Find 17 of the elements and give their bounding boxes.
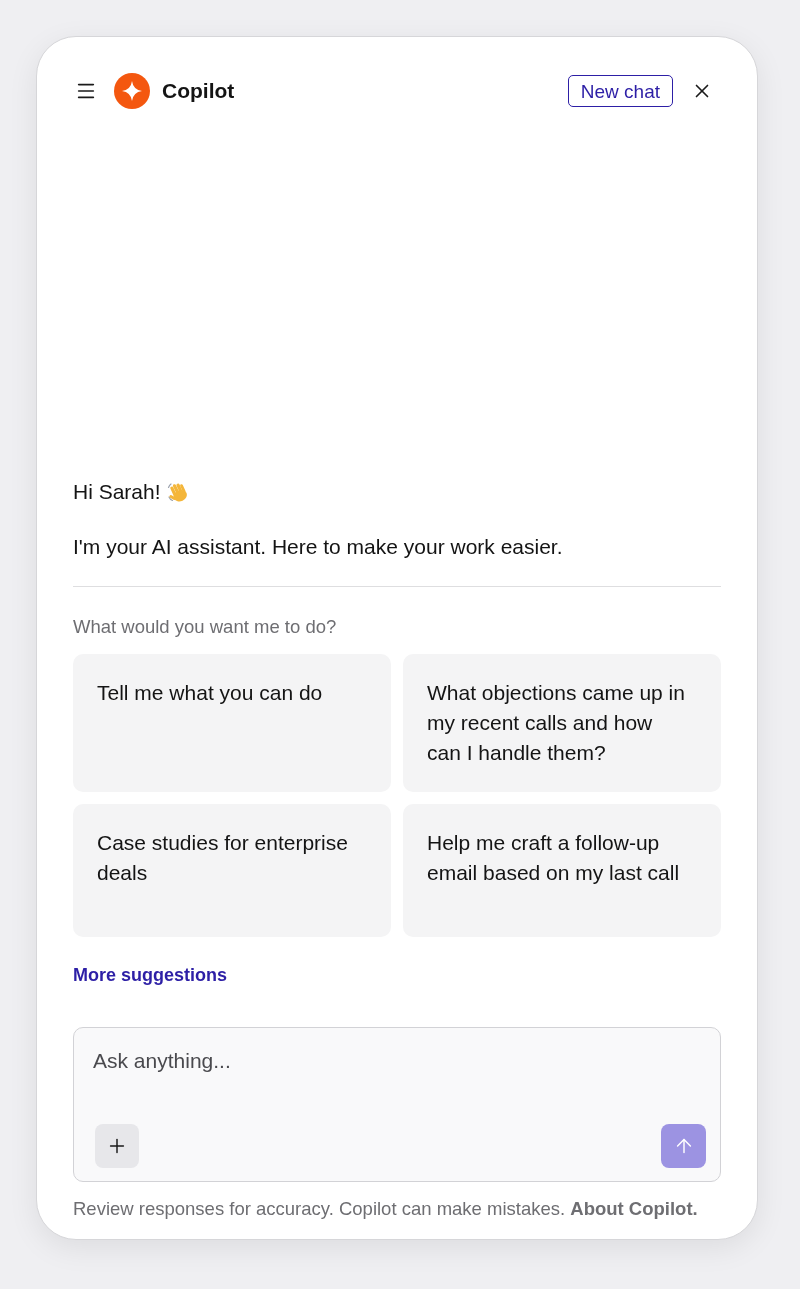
message-composer[interactable]: Ask anything... (73, 1027, 721, 1182)
waving-hand-icon (166, 481, 189, 503)
about-copilot-link[interactable]: About Copilot. (570, 1198, 698, 1219)
suggestion-card[interactable]: Case studies for enterprise deals (73, 804, 391, 937)
message-input[interactable]: Ask anything... (74, 1028, 720, 1124)
add-button[interactable] (95, 1124, 139, 1168)
intro-text: I'm your AI assistant. Here to make your work easier. (73, 534, 564, 560)
greeting-text: Hi Sarah! (73, 479, 161, 505)
suggestion-card[interactable]: Help me craft a follow-up email based on my last call (403, 804, 721, 937)
app-title: Copilot (162, 78, 235, 105)
more-suggestions-link[interactable]: More suggestions (73, 963, 228, 987)
disclaimer-text: Review responses for accuracy. Copilot can make mistakes. About Copilot. (73, 1198, 699, 1220)
suggestion-card[interactable]: Tell me what you can do (73, 654, 391, 792)
sparkle-logo-icon (114, 73, 150, 109)
new-chat-button[interactable]: New chat (567, 75, 673, 107)
suggestions-label: What would you want me to do? (73, 616, 338, 638)
suggestion-card[interactable]: What objections came up in my recent calls and how can I handle them? (403, 654, 721, 792)
